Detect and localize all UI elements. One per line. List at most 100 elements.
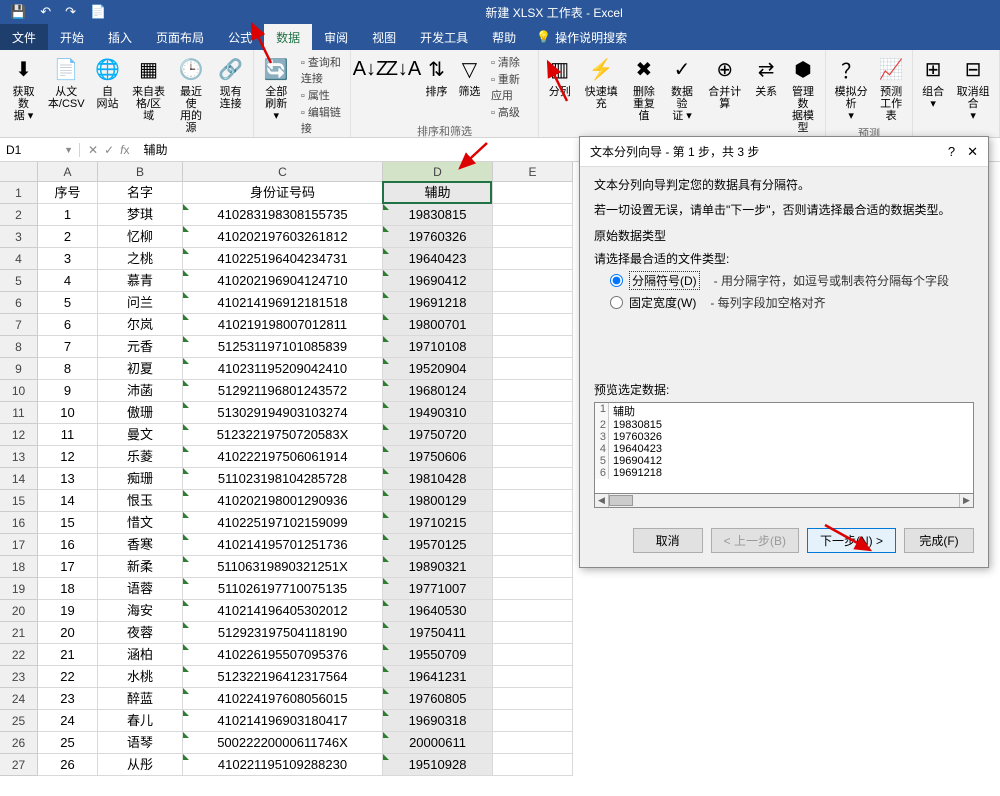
cell[interactable]: 痴珊 — [98, 468, 183, 490]
cell[interactable]: 512531197101085839 — [183, 336, 383, 358]
cell[interactable] — [493, 600, 573, 622]
cell[interactable]: 410214196405302012 — [183, 600, 383, 622]
row-header[interactable]: 10 — [0, 380, 38, 402]
cell[interactable] — [493, 358, 573, 380]
cell[interactable]: 51232219750720583X — [183, 424, 383, 446]
cell[interactable]: 5 — [38, 292, 98, 314]
cell[interactable] — [493, 248, 573, 270]
cell[interactable]: 26 — [38, 754, 98, 776]
cell[interactable]: 21 — [38, 644, 98, 666]
ribbon-button[interactable]: ⊞组合 ▾ — [917, 52, 949, 112]
cell[interactable]: 14 — [38, 490, 98, 512]
ribbon-button[interactable]: ⊕合并计算 — [702, 52, 747, 112]
cell[interactable]: 16 — [38, 534, 98, 556]
cell[interactable]: 511026197710075135 — [183, 578, 383, 600]
cell[interactable]: 19710215 — [383, 512, 493, 534]
cell[interactable]: 名字 — [98, 182, 183, 204]
cell[interactable]: 19690412 — [383, 270, 493, 292]
cell[interactable] — [493, 754, 573, 776]
cell[interactable] — [493, 710, 573, 732]
tab-insert[interactable]: 插入 — [96, 24, 144, 50]
cell[interactable]: 410283198308155735 — [183, 204, 383, 226]
row-header[interactable]: 17 — [0, 534, 38, 556]
ribbon-button[interactable]: ▥分列 — [543, 52, 577, 100]
cell[interactable]: 410221195109288230 — [183, 754, 383, 776]
cell[interactable]: 恨玉 — [98, 490, 183, 512]
scroll-right-icon[interactable]: ▶ — [959, 494, 973, 507]
cell[interactable]: 410224197608056015 — [183, 688, 383, 710]
cell[interactable]: 问兰 — [98, 292, 183, 314]
ribbon-mini-item[interactable]: ▫ 编辑链接 — [301, 104, 342, 136]
column-header[interactable]: E — [493, 162, 573, 182]
cell[interactable]: 410219198007012811 — [183, 314, 383, 336]
row-header[interactable]: 15 — [0, 490, 38, 512]
row-header[interactable]: 1 — [0, 182, 38, 204]
cell[interactable]: 从彤 — [98, 754, 183, 776]
ribbon-mini-item[interactable]: ▫ 清除 — [491, 54, 530, 70]
cell[interactable]: 19490310 — [383, 402, 493, 424]
cell[interactable]: 12 — [38, 446, 98, 468]
cell[interactable] — [493, 490, 573, 512]
column-header[interactable]: D — [383, 162, 493, 182]
tab-home[interactable]: 开始 — [48, 24, 96, 50]
cell[interactable] — [493, 292, 573, 314]
cell[interactable] — [493, 512, 573, 534]
ribbon-button[interactable]: ⬇获取数 据 ▾ — [4, 52, 43, 124]
cell[interactable] — [493, 666, 573, 688]
tab-dev[interactable]: 开发工具 — [408, 24, 480, 50]
row-header[interactable]: 13 — [0, 446, 38, 468]
cell[interactable]: 410222197506061914 — [183, 446, 383, 468]
cell[interactable] — [493, 402, 573, 424]
cell[interactable]: 410231195209042410 — [183, 358, 383, 380]
cell[interactable]: 19710108 — [383, 336, 493, 358]
row-header[interactable]: 6 — [0, 292, 38, 314]
cell[interactable]: 19510928 — [383, 754, 493, 776]
cell[interactable]: 19640423 — [383, 248, 493, 270]
ribbon-button[interactable]: 🕒最近使 用的源 — [172, 52, 211, 136]
cell[interactable]: 身份证号码 — [183, 182, 383, 204]
cell[interactable]: 新柔 — [98, 556, 183, 578]
row-header[interactable]: 16 — [0, 512, 38, 534]
redo-icon[interactable]: ↷ — [59, 4, 82, 20]
dialog-title-bar[interactable]: 文本分列向导 - 第 1 步，共 3 步 ? ✕ — [580, 137, 988, 167]
cell[interactable]: 19750720 — [383, 424, 493, 446]
cell[interactable]: 19800129 — [383, 490, 493, 512]
cell[interactable]: 语琴 — [98, 732, 183, 754]
next-button[interactable]: 下一步(N) > — [807, 528, 896, 553]
cell[interactable]: 春儿 — [98, 710, 183, 732]
cell[interactable]: 410214196903180417 — [183, 710, 383, 732]
cell[interactable]: 序号 — [38, 182, 98, 204]
cell[interactable]: 6 — [38, 314, 98, 336]
cell[interactable]: 辅助 — [383, 182, 493, 204]
cell[interactable] — [493, 336, 573, 358]
cell[interactable]: 之桃 — [98, 248, 183, 270]
ribbon-button[interactable]: A↓Z — [355, 52, 386, 88]
cell[interactable] — [493, 182, 573, 204]
ribbon-mini-item[interactable]: ▫ 高级 — [491, 104, 530, 120]
ribbon-button[interactable]: ⊟取消组合 ▾ — [951, 52, 995, 124]
ribbon-button[interactable]: 🔄全部刷新 ▾ — [258, 52, 295, 124]
cell[interactable]: 512921196801243572 — [183, 380, 383, 402]
cell[interactable] — [493, 732, 573, 754]
cell[interactable]: 513029194903103274 — [183, 402, 383, 424]
cell[interactable]: 7 — [38, 336, 98, 358]
scroll-left-icon[interactable]: ◀ — [595, 494, 609, 507]
cell[interactable]: 醉蓝 — [98, 688, 183, 710]
cell[interactable]: 19570125 — [383, 534, 493, 556]
cell[interactable]: 傲珊 — [98, 402, 183, 424]
cell[interactable]: 乐菱 — [98, 446, 183, 468]
row-header[interactable]: 5 — [0, 270, 38, 292]
cell[interactable]: 10 — [38, 402, 98, 424]
ribbon-button[interactable]: 📄从文 本/CSV — [45, 52, 87, 112]
save-icon[interactable]: 💾 — [4, 4, 32, 20]
cell[interactable]: 19 — [38, 600, 98, 622]
cell[interactable]: 19691218 — [383, 292, 493, 314]
ribbon-button[interactable]: ▽筛选 — [454, 52, 485, 100]
cell[interactable]: 海安 — [98, 600, 183, 622]
cell[interactable] — [493, 424, 573, 446]
cell[interactable]: 410202198001290936 — [183, 490, 383, 512]
cell[interactable]: 41021419691218​1518 — [183, 292, 383, 314]
row-header[interactable]: 26 — [0, 732, 38, 754]
cell[interactable] — [493, 380, 573, 402]
tab-file[interactable]: 文件 — [0, 24, 48, 50]
